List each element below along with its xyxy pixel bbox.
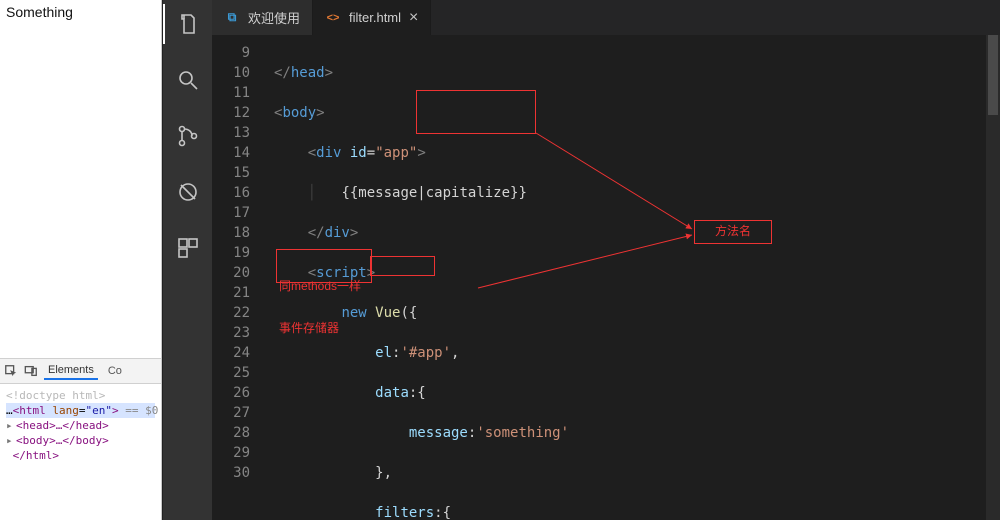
activity-extensions-icon[interactable] [174, 234, 202, 262]
activity-bar [162, 0, 212, 520]
dom-doctype: <!doctype html> [6, 388, 155, 403]
close-icon[interactable]: × [409, 9, 418, 27]
devtools-panel: Elements Co <!doctype html> …<html lang=… [0, 358, 161, 520]
browser-panel: Something Elements Co <!doctype html> …<… [0, 0, 162, 520]
scrollbar-thumb[interactable] [988, 35, 998, 115]
tab-filter-html[interactable]: <> filter.html × [313, 0, 431, 35]
dom-html-close: </html> [6, 448, 155, 463]
activity-search-icon[interactable] [174, 66, 202, 94]
device-toggle-icon[interactable] [24, 364, 38, 378]
activity-source-control-icon[interactable] [174, 122, 202, 150]
activity-explorer-icon[interactable] [174, 10, 202, 38]
line-gutter: 9101112131415161718192021222324252627282… [212, 35, 260, 520]
html-file-icon: <> [325, 10, 341, 26]
code-editor[interactable]: 9101112131415161718192021222324252627282… [212, 35, 1000, 520]
dom-html-open[interactable]: …<html lang="en"> == $0 [6, 403, 155, 418]
editor-area: ⧉ 欢迎使用 <> filter.html × 9101112131415161… [212, 0, 1000, 520]
page-output: Something [0, 0, 161, 358]
devtools-tab-console[interactable]: Co [104, 363, 126, 379]
vscode-logo-icon: ⧉ [224, 10, 240, 26]
code-source[interactable]: </head> <body> <div id="app"> │ {{messag… [260, 35, 1000, 520]
devtools-tab-elements[interactable]: Elements [44, 362, 98, 380]
tab-label: 欢迎使用 [248, 8, 300, 27]
editor-scrollbar[interactable] [986, 35, 1000, 520]
tab-welcome[interactable]: ⧉ 欢迎使用 [212, 0, 313, 35]
inspect-icon[interactable] [4, 364, 18, 378]
vscode-window: ⧉ 欢迎使用 <> filter.html × 9101112131415161… [162, 0, 1000, 520]
editor-tabs: ⧉ 欢迎使用 <> filter.html × [212, 0, 1000, 35]
devtools-tabs: Elements Co [0, 359, 161, 384]
activity-debug-icon[interactable] [174, 178, 202, 206]
dom-body[interactable]: ▸<body>…</body> [6, 433, 155, 448]
tab-label: filter.html [349, 10, 401, 25]
dom-head[interactable]: ▸<head>…</head> [6, 418, 155, 433]
devtools-dom-tree[interactable]: <!doctype html> …<html lang="en"> == $0 … [0, 384, 161, 467]
